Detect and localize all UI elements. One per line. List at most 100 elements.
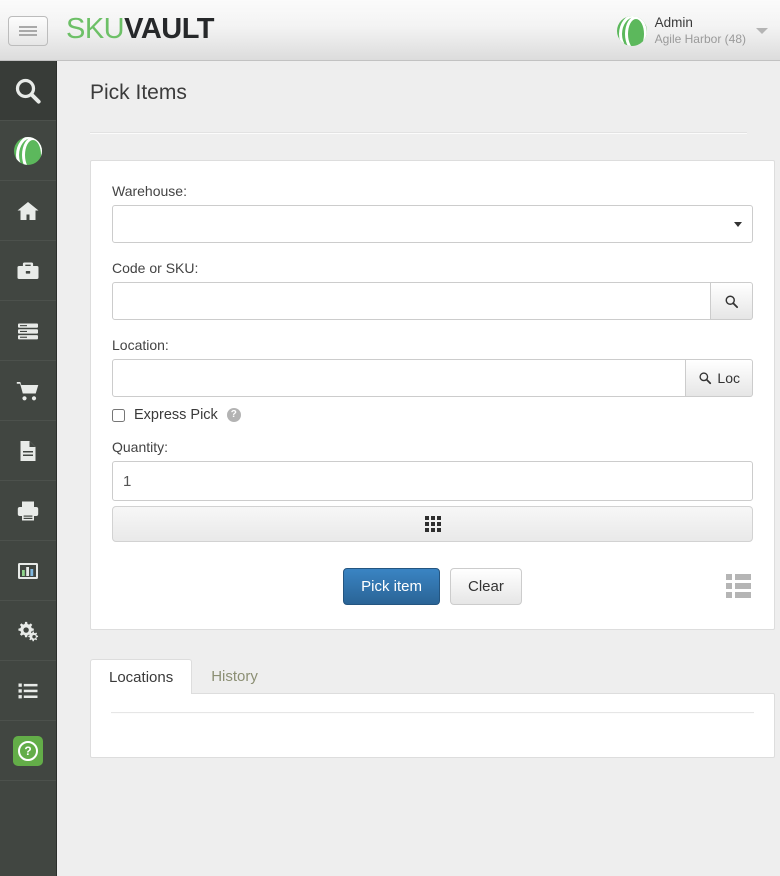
server-icon	[16, 319, 40, 343]
user-name-label: Admin	[655, 15, 746, 32]
sidebar-item-lists[interactable]	[0, 661, 56, 721]
code-sku-label: Code or SKU:	[112, 260, 753, 276]
grid-cell	[431, 528, 435, 532]
tabs-section: Locations History	[90, 655, 775, 758]
list-bullet	[726, 583, 732, 589]
pick-item-button[interactable]: Pick item	[343, 568, 440, 605]
briefcase-icon	[16, 259, 40, 283]
warehouse-select[interactable]	[112, 205, 753, 243]
location-search-button[interactable]: Loc	[686, 359, 753, 397]
warehouse-label: Warehouse:	[112, 183, 753, 199]
tab-panel-divider	[111, 712, 754, 714]
hamburger-line	[19, 34, 37, 36]
code-sku-input-group	[112, 282, 753, 320]
document-icon	[16, 439, 40, 463]
shopping-cart-icon	[16, 379, 40, 403]
gears-icon	[15, 618, 41, 644]
list-bar	[735, 583, 751, 589]
grid-cell	[425, 522, 429, 526]
pick-items-form-panel: Warehouse: Code or SKU:	[90, 160, 775, 630]
grid-cell	[425, 528, 429, 532]
numeric-keypad-button[interactable]	[112, 506, 753, 542]
grid-cell	[437, 528, 441, 532]
express-pick-row: Express Pick ?	[112, 407, 753, 423]
warehouse-select-wrapper	[112, 205, 753, 243]
list-row	[726, 583, 751, 589]
code-sku-search-button[interactable]	[711, 282, 753, 320]
top-header-bar: SKUVAULT Admin Agile Harbor (48)	[0, 0, 780, 61]
tab-strip: Locations History	[90, 655, 775, 693]
chevron-down-icon[interactable]	[756, 28, 768, 34]
location-label: Location:	[112, 337, 753, 353]
grid-cell	[437, 516, 441, 520]
user-info: Admin Agile Harbor (48)	[655, 15, 746, 47]
list-icon	[16, 679, 40, 703]
sidebar-filler	[0, 781, 56, 841]
list-view-icon[interactable]	[726, 574, 751, 598]
warehouse-field-group: Warehouse:	[112, 183, 753, 243]
list-bar	[735, 574, 751, 580]
sidebar-item-sales[interactable]	[0, 361, 56, 421]
main-content-area: Pick Items Warehouse: Code or SKU:	[57, 61, 780, 876]
tab-locations[interactable]: Locations	[90, 659, 192, 694]
menu-toggle-button[interactable]	[8, 16, 48, 46]
home-icon	[16, 199, 40, 223]
form-actions: Pick item Clear	[112, 568, 753, 605]
quantity-input[interactable]	[112, 461, 753, 501]
grid-cell	[437, 522, 441, 526]
list-bar	[735, 592, 751, 598]
express-pick-checkbox[interactable]	[112, 409, 125, 422]
sidebar-item-search[interactable]	[0, 61, 56, 121]
app-logo[interactable]: SKUVAULT	[66, 13, 214, 46]
quantity-label: Quantity:	[112, 439, 753, 455]
list-row	[726, 592, 751, 598]
tab-history[interactable]: History	[192, 658, 277, 693]
sidebar-item-printing[interactable]	[0, 481, 56, 541]
user-account-menu[interactable]: Admin Agile Harbor (48)	[617, 10, 772, 52]
grid-cell	[431, 516, 435, 520]
location-input-group: Loc	[112, 359, 753, 397]
avatar	[617, 16, 647, 46]
title-divider	[90, 132, 747, 134]
search-icon	[698, 371, 712, 385]
code-sku-field-group: Code or SKU:	[112, 260, 753, 320]
tab-content-panel	[90, 693, 775, 758]
search-icon	[724, 294, 739, 309]
quantity-field-group: Quantity:	[112, 439, 753, 542]
help-icon: ?	[13, 736, 43, 766]
location-input[interactable]	[112, 359, 686, 397]
express-pick-label: Express Pick	[134, 407, 218, 423]
hamburger-line	[19, 26, 37, 28]
sidebar-item-home[interactable]	[0, 181, 56, 241]
question-mark-glyph: ?	[18, 741, 38, 761]
clear-button[interactable]: Clear	[450, 568, 522, 605]
sidebar-item-inventory[interactable]	[0, 241, 56, 301]
logo-text-vault: VAULT	[124, 13, 214, 45]
sidebar-item-help[interactable]: ?	[0, 721, 56, 781]
sidebar-item-documents[interactable]	[0, 421, 56, 481]
location-button-label: Loc	[717, 370, 740, 386]
code-sku-input[interactable]	[112, 282, 711, 320]
grid-keypad-icon	[425, 516, 441, 532]
left-sidebar-nav: ?	[0, 61, 57, 876]
grid-cell	[431, 522, 435, 526]
sidebar-item-settings[interactable]	[0, 601, 56, 661]
app-window: SKUVAULT Admin Agile Harbor (48)	[0, 0, 780, 876]
skuvault-ball-icon	[14, 137, 42, 165]
bar-chart-icon	[16, 559, 40, 583]
help-tooltip-icon[interactable]: ?	[227, 408, 241, 422]
printer-icon	[16, 499, 40, 523]
sidebar-item-reports[interactable]	[0, 541, 56, 601]
hamburger-line	[19, 30, 37, 32]
list-row	[726, 574, 751, 580]
sidebar-item-dashboard[interactable]	[0, 121, 56, 181]
search-icon	[13, 76, 43, 106]
location-field-group: Location: Loc	[112, 337, 753, 397]
user-org-label: Agile Harbor (48)	[655, 32, 746, 47]
list-bullet	[726, 574, 732, 580]
sidebar-item-warehouse[interactable]	[0, 301, 56, 361]
grid-cell	[425, 516, 429, 520]
page-title: Pick Items	[90, 81, 780, 105]
logo-text-sku: SKU	[66, 13, 124, 45]
list-bullet	[726, 592, 732, 598]
